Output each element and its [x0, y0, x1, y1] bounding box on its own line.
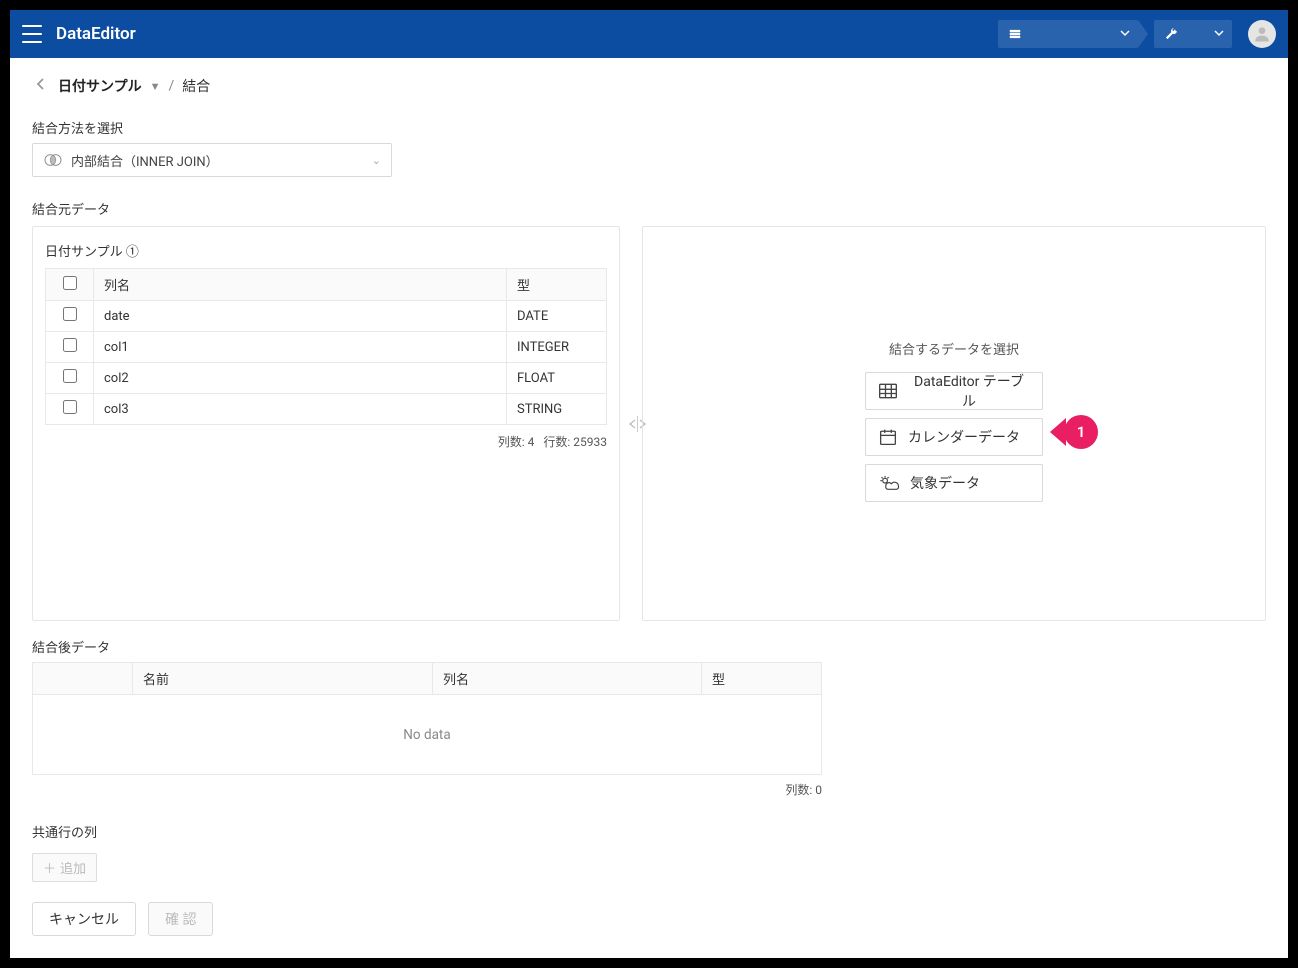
after-empty-message: No data [32, 695, 822, 775]
after-header-col: 列名 [433, 663, 702, 695]
confirm-button[interactable]: 確 認 [148, 902, 213, 936]
pick-weather-button[interactable]: 気象データ [865, 464, 1043, 502]
after-footer: 列数: 0 [32, 781, 822, 798]
back-icon[interactable] [32, 74, 50, 98]
wrench-icon [1164, 27, 1178, 41]
col-name: date [94, 301, 507, 332]
plus-icon: ＋ [43, 858, 56, 877]
app-title: DataEditor [56, 24, 136, 44]
col-type: STRING [507, 394, 607, 425]
source-columns-table: 列名 型 date DATE col1 INTEGE [45, 268, 607, 425]
col-type: FLOAT [507, 363, 607, 394]
table-row: col1 INTEGER [46, 332, 607, 363]
source-footer: 列数: 4 行数: 25933 [45, 433, 607, 450]
source-panel: 日付サンプル ① 列名 型 date DATE [32, 226, 620, 621]
row-checkbox[interactable] [63, 400, 77, 414]
calendar-icon [878, 428, 898, 446]
add-label: 追加 [60, 858, 86, 877]
chevron-down-icon[interactable]: ▼ [150, 80, 161, 93]
pick-label: DataEditor テーブル [908, 371, 1030, 411]
col-type: DATE [507, 301, 607, 332]
inner-join-icon [43, 153, 63, 167]
after-header-type: 型 [702, 663, 822, 695]
join-method-value: 内部結合（INNER JOIN） [71, 151, 219, 170]
add-button[interactable]: ＋ 追加 [32, 853, 97, 882]
select-all-checkbox[interactable] [63, 276, 77, 290]
source-header-name: 列名 [94, 269, 507, 301]
join-method-select[interactable]: 内部結合（INNER JOIN） ⌄ [32, 143, 392, 177]
source-header-type: 型 [507, 269, 607, 301]
pick-label: カレンダーデータ [908, 427, 1020, 447]
table-icon [878, 382, 898, 400]
header-dropdown-storage[interactable] [998, 20, 1138, 48]
after-header-blank [33, 663, 133, 695]
col-name: col2 [94, 363, 507, 394]
row-checkbox[interactable] [63, 338, 77, 352]
pick-dataeditor-table-button[interactable]: DataEditor テーブル [865, 372, 1043, 410]
source-panel-title: 日付サンプル ① [45, 241, 607, 260]
breadcrumb: 日付サンプル ▼ / 結合 [10, 58, 1288, 106]
weather-icon [878, 474, 900, 492]
breadcrumb-current: 結合 [182, 76, 210, 96]
chevron-down-icon [1120, 27, 1130, 42]
col-name: col3 [94, 394, 507, 425]
table-row: col2 FLOAT [46, 363, 607, 394]
breadcrumb-separator: / [168, 78, 174, 94]
join-method-label: 結合方法を選択 [32, 118, 1266, 137]
join-target-panel: 結合するデータを選択 DataEditor テーブル [642, 226, 1266, 621]
after-section-label: 結合後データ [32, 637, 1266, 656]
chevron-down-icon [1214, 27, 1224, 42]
avatar[interactable] [1248, 20, 1276, 48]
cancel-button[interactable]: キャンセル [32, 902, 136, 936]
table-row: col3 STRING [46, 394, 607, 425]
table-row: date DATE [46, 301, 607, 332]
row-checkbox[interactable] [63, 307, 77, 321]
common-section-label: 共通行の列 [32, 822, 1266, 841]
appbar: DataEditor [10, 10, 1288, 58]
pick-title: 結合するデータを選択 [865, 339, 1043, 358]
breadcrumb-parent[interactable]: 日付サンプル [58, 76, 142, 96]
header-dropdown-tool[interactable] [1154, 20, 1232, 48]
storage-icon [1008, 27, 1022, 41]
row-checkbox[interactable] [63, 369, 77, 383]
chevron-down-icon: ⌄ [372, 154, 381, 167]
after-header-name: 名前 [133, 663, 433, 695]
menu-icon[interactable] [22, 25, 42, 43]
pick-calendar-button[interactable]: カレンダーデータ [865, 418, 1043, 456]
col-type: INTEGER [507, 332, 607, 363]
after-table: 名前 列名 型 [32, 662, 822, 695]
col-name: col1 [94, 332, 507, 363]
source-section-label: 結合元データ [32, 199, 1266, 218]
pick-label: 気象データ [910, 473, 980, 493]
